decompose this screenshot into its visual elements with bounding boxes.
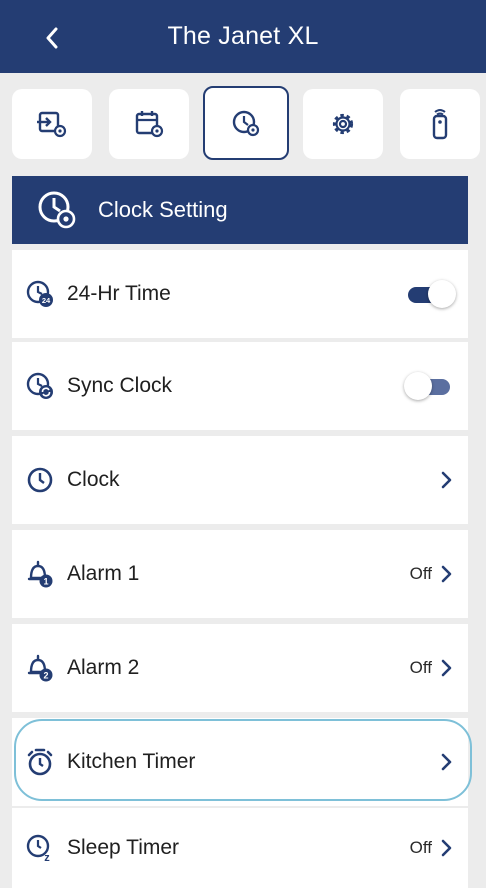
chevron-right-icon: [441, 659, 452, 677]
input-settings-icon: [37, 111, 67, 138]
clock-settings-icon: [38, 191, 76, 229]
tool-button-clock[interactable]: [203, 86, 289, 160]
chevron-right-icon: [441, 839, 452, 857]
svg-text:1: 1: [43, 577, 48, 587]
tool-button-settings[interactable]: [303, 89, 383, 159]
tool-button-remote[interactable]: [400, 89, 480, 159]
page-title: The Janet XL: [167, 22, 319, 50]
sleep-timer-icon: z: [25, 833, 55, 863]
status-value: Off: [409, 838, 432, 857]
clock-24-icon: 24: [25, 279, 55, 309]
section-title: Clock Setting: [98, 197, 228, 222]
setting-row-24hr-time[interactable]: 24 24-Hr Time: [12, 250, 468, 338]
setting-row-sync-clock[interactable]: Sync Clock: [12, 342, 468, 430]
chevron-right-icon: [441, 471, 452, 489]
tool-button-schedule[interactable]: [109, 89, 189, 159]
toggle-knob: [404, 372, 432, 400]
clock-sync-icon: [25, 371, 55, 401]
toggle-knob: [428, 280, 456, 308]
alarm-2-icon: 2: [25, 653, 55, 683]
setting-label: Alarm 2: [67, 656, 140, 679]
svg-text:24: 24: [42, 296, 51, 305]
calendar-settings-icon: [135, 111, 164, 138]
24hr-time-toggle[interactable]: [404, 279, 456, 309]
setting-label: Alarm 1: [67, 562, 140, 585]
sync-clock-toggle[interactable]: [404, 371, 456, 401]
svg-text:z: z: [44, 852, 50, 863]
setting-row-kitchen-timer[interactable]: Kitchen Timer: [12, 718, 468, 806]
tool-button-input[interactable]: [12, 89, 92, 159]
setting-row-alarm-2[interactable]: 2 Alarm 2 Off: [12, 624, 468, 712]
section-header: Clock Setting: [12, 176, 468, 244]
clock-settings-icon: [232, 110, 260, 137]
clock-icon: [25, 465, 55, 495]
status-value: Off: [409, 564, 432, 583]
status-value: Off: [409, 658, 432, 677]
remote-control-icon: [432, 109, 448, 140]
toolbar: [0, 73, 486, 173]
stopwatch-icon: [25, 747, 55, 777]
alarm-1-icon: 1: [25, 559, 55, 589]
setting-label: Sync Clock: [67, 374, 173, 397]
back-button[interactable]: [32, 18, 72, 58]
gear-icon: [332, 113, 354, 135]
app-header: The Janet XL: [0, 0, 486, 73]
svg-text:2: 2: [43, 671, 48, 681]
setting-label: 24-Hr Time: [67, 282, 171, 305]
chevron-left-icon: [46, 27, 58, 49]
setting-row-clock[interactable]: Clock: [12, 436, 468, 524]
setting-label: Kitchen Timer: [67, 750, 196, 773]
setting-row-sleep-timer[interactable]: z Sleep Timer Off: [12, 808, 468, 888]
chevron-right-icon: [441, 565, 452, 583]
setting-label: Sleep Timer: [67, 836, 180, 859]
setting-label: Clock: [67, 468, 120, 491]
setting-row-alarm-1[interactable]: 1 Alarm 1 Off: [12, 530, 468, 618]
chevron-right-icon: [441, 753, 452, 771]
